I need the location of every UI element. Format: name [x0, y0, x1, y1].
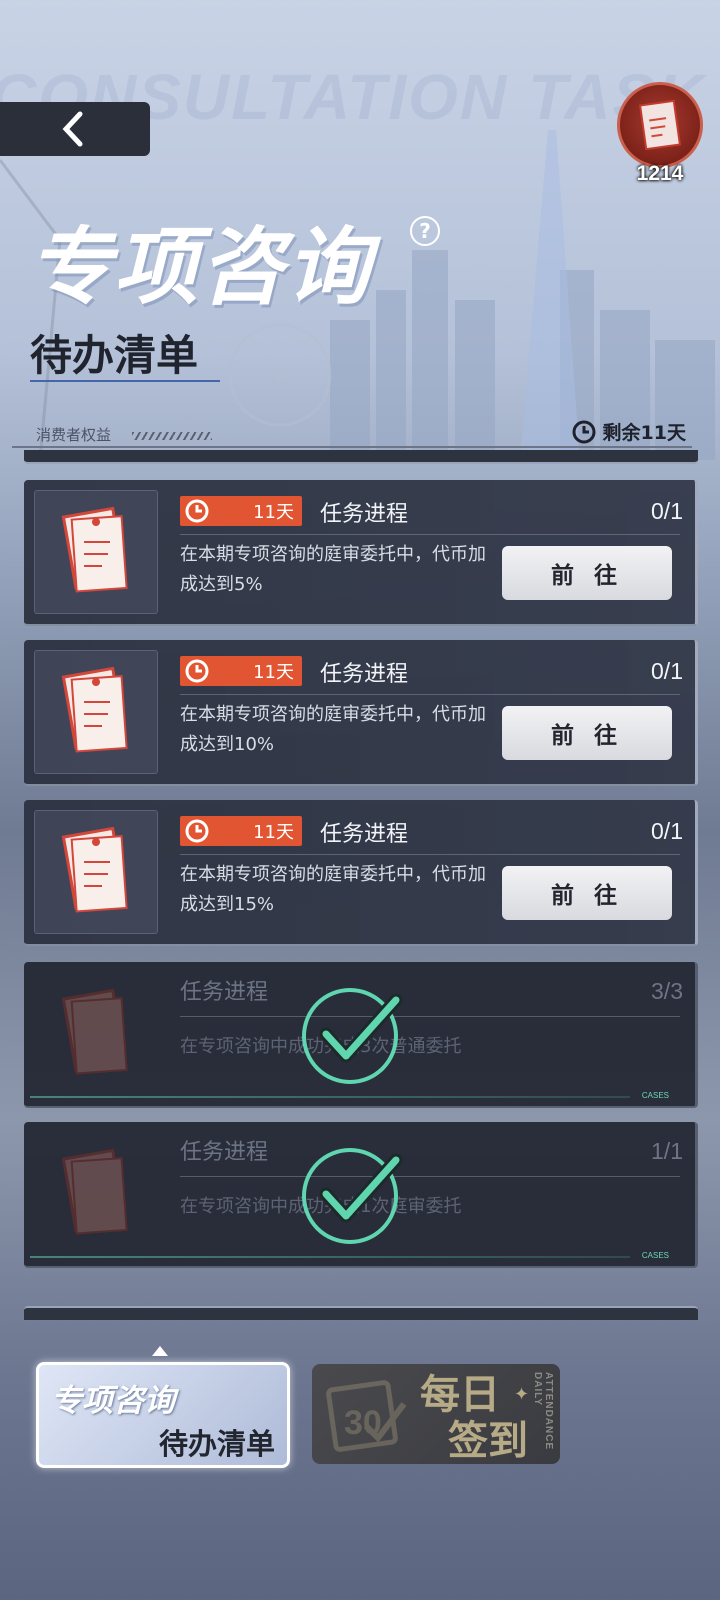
check-icon: [302, 1148, 403, 1244]
card-divider: [180, 694, 680, 695]
section-stripes: [132, 432, 212, 440]
task-description: 在本期专项咨询的庭审委托中，代币加成达到5%: [180, 544, 486, 595]
page-subtitle: 待办清单: [30, 331, 199, 380]
task-card: 11天 任务进程 0/1 在本期专项咨询的庭审委托中，代币加成达到5% 前 往: [24, 480, 698, 626]
card-stub-bottom: [24, 1306, 698, 1320]
cases-line: [30, 1256, 630, 1258]
tab-label-line2: 签到: [448, 1418, 528, 1464]
days-remaining-badge: 11天: [180, 656, 302, 686]
tab-daily-attendance[interactable]: 30 每日 ✦ 签到 ATTENDANCE DAILY: [312, 1364, 560, 1464]
task-progress: 0/1: [651, 658, 683, 684]
subtitle-underline: [30, 380, 220, 382]
scroll-up-arrow-icon: [152, 1346, 168, 1356]
completed-task-card: 任务进程 1/1 在专项咨询中成功完成1次庭审委托 CASES: [24, 1122, 698, 1268]
task-title: 任务进程: [320, 502, 409, 527]
chevron-left-icon: [62, 111, 83, 147]
section-divider: [12, 446, 692, 448]
sparkle-icon: ✦: [513, 1384, 530, 1405]
task-thumbnail: [34, 1132, 158, 1256]
task-description: 在本期专项咨询的庭审委托中，代币加成达到10%: [180, 704, 486, 755]
help-icon[interactable]: ?: [410, 216, 440, 246]
calendar-check-icon: 30: [326, 1380, 407, 1452]
section-label: 消费者权益: [36, 426, 112, 444]
card-divider: [180, 1016, 680, 1017]
clock-icon: [185, 499, 209, 523]
cases-line: [30, 1096, 630, 1098]
task-thumbnail: [34, 490, 158, 614]
task-thumbnail: [34, 810, 158, 934]
cases-tag: CASES: [641, 1251, 669, 1260]
card-divider: [180, 534, 680, 535]
days-label: 11天: [253, 662, 294, 683]
tab-label: 每日 ✦ 签到: [420, 1372, 529, 1464]
case-file-icon: [61, 666, 128, 753]
card-stub-top: [24, 450, 698, 464]
tab-label-line1: 专项咨询: [51, 1383, 175, 1419]
cases-tag: CASES: [641, 1091, 669, 1100]
days-label: 11天: [253, 502, 294, 523]
task-thumbnail: [34, 650, 158, 774]
page-title: 专项咨询: [28, 218, 373, 316]
tab-consultation-todo[interactable]: 专项咨询 待办清单: [36, 1362, 290, 1468]
case-file-icon: [61, 1148, 128, 1235]
task-thumbnail: [34, 972, 158, 1096]
currency-badge: [617, 82, 703, 168]
currency-count: 1214: [636, 162, 684, 185]
task-progress: 3/3: [651, 978, 683, 1004]
tab-label-line2: 待办清单: [158, 1427, 275, 1461]
task-progress: 0/1: [651, 818, 683, 844]
task-title: 任务进程: [320, 822, 409, 847]
back-button[interactable]: [0, 102, 150, 156]
days-remaining-badge: 11天: [180, 496, 302, 526]
task-progress: 0/1: [651, 498, 683, 524]
task-card: 11天 任务进程 0/1 在本期专项咨询的庭审委托中，代币加成达到10% 前 往: [24, 640, 698, 786]
completed-task-card: 任务进程 3/3 在专项咨询中成功完成3次普通委托 CASES: [24, 962, 698, 1108]
task-description: 在本期专项咨询的庭审委托中，代币加成达到15%: [180, 864, 486, 915]
case-file-icon: [638, 99, 682, 151]
case-file-icon: [61, 826, 128, 913]
card-divider: [180, 1176, 680, 1177]
days-label: 11天: [253, 822, 294, 843]
remaining-time: 剩余11天: [571, 418, 686, 445]
currency-display[interactable]: 1214: [612, 82, 708, 192]
task-progress: 1/1: [651, 1138, 683, 1164]
clock-icon: [572, 420, 596, 443]
go-button[interactable]: 前 往: [502, 866, 672, 920]
clock-icon: [185, 819, 209, 843]
days-remaining-badge: 11天: [180, 816, 302, 846]
clock-icon: [185, 659, 209, 683]
task-list[interactable]: 11天 任务进程 0/1 在本期专项咨询的庭审委托中，代币加成达到5% 前 往 …: [0, 450, 720, 1320]
task-title: 任务进程: [180, 980, 269, 1005]
card-divider: [180, 854, 680, 855]
go-button[interactable]: 前 往: [502, 706, 672, 760]
task-card: 11天 任务进程 0/1 在本期专项咨询的庭审委托中，代币加成达到15% 前 往: [24, 800, 698, 946]
task-title: 任务进程: [320, 662, 409, 687]
go-button[interactable]: 前 往: [502, 546, 672, 600]
tab-vertical-label: ATTENDANCE DAILY: [532, 1372, 554, 1451]
remaining-label: 剩余11天: [602, 422, 686, 444]
case-file-icon: [61, 506, 128, 593]
tab-label-line1: 每日: [420, 1372, 500, 1418]
case-file-icon: [61, 988, 128, 1075]
check-icon: [302, 988, 403, 1084]
task-title: 任务进程: [180, 1140, 269, 1165]
